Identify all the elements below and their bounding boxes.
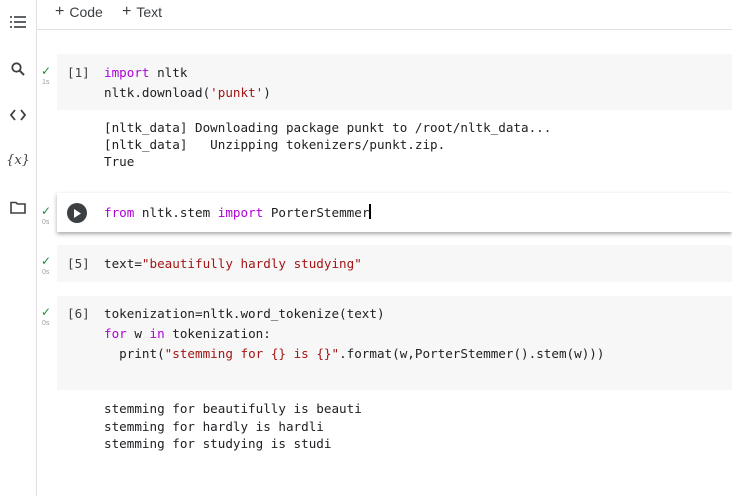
code-token: print(: [104, 346, 165, 361]
code-token: tokenization:: [164, 326, 271, 341]
success-check-icon: ✓: [41, 64, 52, 78]
code-token: nltk.download(: [104, 85, 211, 100]
plus-icon: +: [122, 3, 132, 20]
code-editor[interactable]: [6] tokenization=nltk.word_tokenize(text…: [57, 296, 732, 390]
exec-time: 0s: [42, 269, 50, 276]
code-token: import: [104, 65, 150, 80]
code-snippets-icon[interactable]: [0, 103, 36, 127]
code-token: "beautifully hardly studying": [141, 256, 362, 271]
code-line: for w in tokenization:: [104, 324, 604, 344]
code-token: from: [104, 205, 135, 220]
code-token: ): [263, 85, 271, 100]
output-line: stemming for hardly is hardli: [104, 418, 324, 434]
code-line: text="beautifully hardly studying": [104, 254, 362, 274]
left-sidebar: {x}: [0, 0, 37, 496]
cell-output: [nltk_data] Downloading package punkt to…: [104, 119, 551, 170]
folder-icon[interactable]: [0, 195, 36, 219]
output-line: stemming for studying is studi: [104, 436, 332, 451]
code-token: PorterStemmer: [263, 205, 370, 220]
code-line: from nltk.stem import PorterStemmer: [104, 203, 371, 223]
code-cell-4[interactable]: ✓ 0s [6] tokenization=nltk.word_tokenize…: [37, 296, 732, 456]
success-check-icon: ✓: [41, 204, 52, 218]
output-line: [nltk_data] Unzipping tokenizers/punkt.z…: [104, 137, 446, 152]
code-text[interactable]: from nltk.stem import PorterStemmer: [104, 203, 371, 223]
exec-time: 0s: [42, 320, 50, 327]
play-icon: [74, 208, 81, 218]
run-cell-button[interactable]: [67, 203, 87, 223]
code-line: print("stemming for {} is {}".format(w,P…: [104, 344, 604, 364]
code-cell-1[interactable]: ✓ 1s [1] import nltk nltk.download('punkt…: [37, 54, 732, 184]
code-token: text=: [104, 256, 142, 271]
code-line: nltk.download('punkt'): [104, 83, 271, 103]
success-check-icon: ✓: [41, 305, 52, 319]
code-text[interactable]: tokenization=nltk.word_tokenize(text)for…: [104, 304, 604, 364]
output-line: stemming for beautifully is beauti: [104, 401, 362, 416]
code-token: in: [149, 326, 165, 341]
exec-count: [6]: [67, 306, 90, 321]
code-line: tokenization=nltk.word_tokenize(text): [104, 304, 604, 324]
exec-count: [5]: [67, 256, 90, 271]
variables-icon[interactable]: {x}: [0, 148, 36, 172]
code-cell-2[interactable]: ✓ 0s from nltk.stem import PorterStemmer: [37, 193, 732, 233]
code-cell-3[interactable]: ✓ 0s [5] text="beautifully hardly studyi…: [37, 245, 732, 283]
code-token: "stemming for {} is {}": [164, 346, 340, 361]
code-text[interactable]: import nltk nltk.download('punkt'): [104, 63, 271, 103]
notebook-toolbar: + Code + Text: [37, 0, 732, 30]
success-check-icon: ✓: [41, 254, 52, 268]
add-code-button[interactable]: + Code: [55, 3, 103, 21]
add-text-button[interactable]: + Text: [122, 3, 162, 21]
output-line: True: [104, 154, 135, 169]
add-text-label: Text: [136, 4, 163, 20]
cell-output: stemming for beautifully is beauti stemmi…: [104, 400, 362, 453]
code-token: tokenization=nltk.word_tokenize(text): [104, 306, 385, 321]
text-cursor: [369, 204, 371, 219]
code-line: import nltk: [104, 63, 271, 83]
exec-time: 0s: [42, 219, 50, 226]
code-token: .format(w,PorterStemmer().stem(w))): [339, 346, 605, 361]
code-token: for: [104, 326, 127, 341]
code-token: nltk.stem: [134, 205, 218, 220]
add-code-label: Code: [69, 4, 103, 20]
code-token: import: [217, 205, 264, 220]
code-text[interactable]: text="beautifully hardly studying": [104, 254, 362, 274]
exec-time: 1s: [42, 79, 50, 86]
code-editor[interactable]: from nltk.stem import PorterStemmer: [57, 193, 732, 232]
menu-icon[interactable]: [0, 10, 36, 34]
code-token: nltk: [149, 65, 188, 80]
search-icon[interactable]: [0, 57, 36, 81]
code-token: w: [126, 326, 150, 341]
output-line: [nltk_data] Downloading package punkt to…: [104, 120, 552, 135]
plus-icon: +: [55, 3, 65, 20]
code-editor[interactable]: [1] import nltk nltk.download('punkt'): [57, 54, 732, 110]
exec-count: [1]: [67, 65, 90, 80]
code-editor[interactable]: [5] text="beautifully hardly studying": [57, 245, 732, 282]
code-token: 'punkt': [210, 85, 264, 100]
